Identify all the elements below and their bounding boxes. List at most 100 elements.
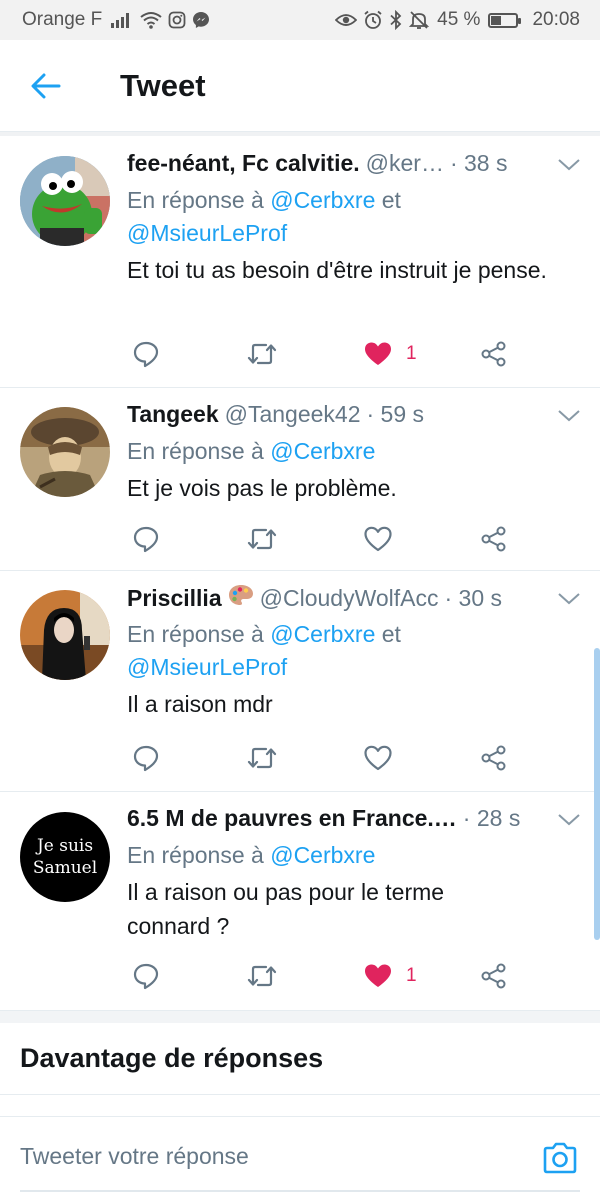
- mention-link[interactable]: @MsieurLeProf: [127, 654, 287, 680]
- reply-button[interactable]: [132, 960, 160, 992]
- tweet-time: · 28 s: [462, 805, 521, 831]
- battery-fill: [491, 15, 502, 25]
- retweet-button[interactable]: [246, 742, 278, 774]
- chevron-down-icon[interactable]: [556, 588, 582, 608]
- more-replies-section[interactable]: Davantage de réponses: [0, 1023, 600, 1095]
- author-name[interactable]: 6.5 M de pauvres en France.…: [127, 805, 457, 832]
- tweet-header: fee-néant, Fc calvitie. @ker… · 38 s: [127, 150, 582, 184]
- mute-icon: [409, 11, 430, 29]
- reply-input[interactable]: [20, 1143, 520, 1170]
- reply-context: En réponse à @Cerbxre et @MsieurLeProf: [127, 618, 582, 684]
- author-handle[interactable]: @ker…: [366, 150, 444, 177]
- chevron-down-icon[interactable]: [556, 405, 582, 425]
- clock: 20:08: [532, 9, 580, 30]
- tweet-time: · 38 s: [449, 150, 508, 176]
- app-header: Tweet: [0, 40, 600, 132]
- tweet-text: Il a raison mdr: [127, 691, 273, 717]
- tweet-actions: [128, 519, 518, 559]
- retweet-icon: [247, 747, 277, 769]
- reply-icon: [133, 745, 159, 772]
- avatar[interactable]: Je suis Samuel: [20, 812, 110, 902]
- retweet-icon: [247, 965, 277, 987]
- tweet[interactable]: fee-néant, Fc calvitie. @ker… · 38 s En …: [0, 138, 600, 388]
- header-divider: [0, 132, 600, 136]
- mention-link[interactable]: @MsieurLeProf: [127, 220, 287, 246]
- reply-joiner: et: [375, 187, 401, 213]
- reply-button[interactable]: [132, 742, 160, 774]
- like-button[interactable]: [364, 742, 392, 774]
- share-button[interactable]: [480, 338, 508, 370]
- share-icon: [481, 745, 506, 771]
- reply-button[interactable]: [132, 338, 160, 370]
- camera-icon[interactable]: [542, 1141, 578, 1175]
- palette-emoji-icon: [228, 585, 253, 605]
- author-name[interactable]: fee-néant, Fc calvitie.: [127, 150, 360, 177]
- more-replies-title: Davantage de réponses: [20, 1043, 324, 1073]
- reply-button[interactable]: [132, 523, 160, 555]
- mention-link[interactable]: @Cerbxre: [270, 438, 375, 464]
- like-count: 1: [406, 965, 417, 986]
- tweet-time: · 30 s: [444, 585, 503, 611]
- kermit-avatar-image: [20, 156, 110, 246]
- reply-icon: [133, 341, 159, 368]
- heart-outline-icon: [364, 745, 392, 771]
- mention-link[interactable]: @Cerbxre: [270, 621, 375, 647]
- battery-icon: [488, 12, 522, 28]
- avatar-text-line: Samuel: [32, 858, 98, 878]
- retweet-icon: [247, 343, 277, 365]
- heart-outline-icon: [364, 526, 392, 552]
- tweet[interactable]: Je suis Samuel 6.5 M de pauvres en Franc…: [0, 793, 600, 1011]
- like-button[interactable]: [364, 523, 392, 555]
- retweet-button[interactable]: [246, 523, 278, 555]
- author-handle[interactable]: @CloudyWolfAcc: [260, 585, 439, 612]
- chevron-down-icon[interactable]: [556, 809, 582, 829]
- retweet-button[interactable]: [246, 960, 278, 992]
- scrollbar[interactable]: [594, 648, 600, 940]
- avatar[interactable]: [20, 156, 110, 246]
- like-button[interactable]: 1: [364, 338, 417, 370]
- avatar[interactable]: [20, 590, 110, 680]
- avatar[interactable]: [20, 407, 110, 497]
- tweet-actions: 1: [128, 956, 518, 996]
- retweet-button[interactable]: [246, 338, 278, 370]
- retweet-icon: [247, 528, 277, 550]
- back-button[interactable]: [0, 40, 92, 132]
- author-handle[interactable]: @Tangeek42: [225, 401, 361, 428]
- carrier-label: Orange F: [22, 9, 103, 30]
- reply-icon: [133, 526, 159, 553]
- share-icon: [481, 341, 506, 367]
- chevron-down-icon[interactable]: [556, 154, 582, 174]
- share-button[interactable]: [480, 742, 508, 774]
- back-arrow-icon: [31, 73, 61, 98]
- messenger-icon: [193, 12, 210, 28]
- reply-joiner: et: [375, 621, 401, 647]
- wifi-icon: [140, 12, 162, 29]
- tweet-time: · 59 s: [366, 401, 425, 427]
- reply-icon: [133, 963, 159, 990]
- like-button[interactable]: 1: [364, 960, 417, 992]
- author-name[interactable]: Tangeek: [127, 401, 219, 428]
- reply-context: En réponse à @Cerbxre: [127, 435, 582, 468]
- tweet[interactable]: Priscillia @CloudyWolfAcc · 30 s En répo…: [0, 572, 600, 792]
- like-count: 1: [406, 343, 417, 364]
- mention-link[interactable]: @Cerbxre: [270, 187, 375, 213]
- reply-context: En réponse à @Cerbxre: [127, 839, 582, 872]
- avatar-image: [20, 590, 110, 680]
- reply-prefix: En réponse à: [127, 621, 271, 647]
- heart-icon: [365, 342, 391, 365]
- status-bar: Orange F 45 % 20:08: [0, 0, 600, 40]
- share-button[interactable]: [480, 960, 508, 992]
- share-button[interactable]: [480, 523, 508, 555]
- tweet-actions: [128, 738, 518, 778]
- author-name[interactable]: Priscillia: [127, 585, 222, 612]
- bluetooth-icon: [390, 10, 402, 30]
- battery-percent: 45 %: [437, 9, 481, 30]
- mention-link[interactable]: @Cerbxre: [270, 842, 375, 868]
- tweet[interactable]: Tangeek @Tangeek42 · 59 s En réponse à @…: [0, 389, 600, 571]
- reply-prefix: En réponse à: [127, 187, 271, 213]
- signal-icon: [111, 13, 130, 28]
- tweet-header: 6.5 M de pauvres en France.… · 28 s: [127, 805, 582, 839]
- reply-prefix: En réponse à: [127, 842, 271, 868]
- alarm-icon: [364, 10, 382, 29]
- reply-prefix: En réponse à: [127, 438, 271, 464]
